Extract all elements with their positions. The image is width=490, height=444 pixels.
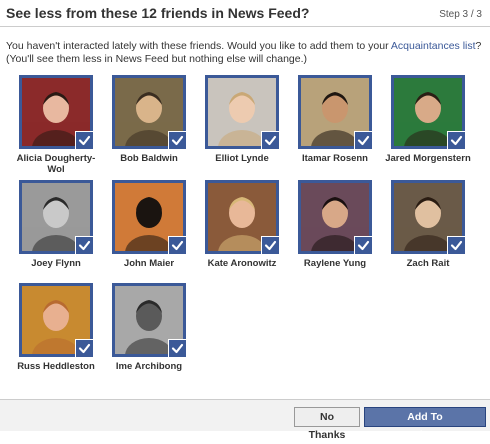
friend-tile[interactable]: Joey Flynn (11, 180, 101, 269)
checkmark-icon[interactable] (168, 131, 186, 149)
friend-name: Elliot Lynde (215, 153, 269, 164)
checkmark-icon[interactable] (75, 236, 93, 254)
friend-photo[interactable] (112, 75, 186, 149)
friend-photo[interactable] (205, 75, 279, 149)
friend-photo[interactable] (391, 75, 465, 149)
friend-name: Joey Flynn (31, 258, 81, 269)
friend-name: Raylene Yung (303, 258, 367, 269)
friend-name: Zach Rait (406, 258, 450, 269)
friend-photo[interactable] (205, 180, 279, 254)
checkmark-icon[interactable] (354, 236, 372, 254)
checkmark-icon[interactable] (75, 339, 93, 357)
add-to-acquaintances-button[interactable]: Add To Acquaintances (364, 407, 486, 441)
friend-photo[interactable] (19, 283, 93, 357)
friend-name: Kate Aronowitz (207, 258, 277, 269)
friend-tile[interactable]: Elliot Lynde (197, 75, 287, 164)
checkmark-icon[interactable] (75, 131, 93, 149)
friend-photo[interactable] (112, 283, 186, 357)
checkmark-icon[interactable] (354, 131, 372, 149)
friend-tile[interactable]: Itamar Rosenn (290, 75, 380, 164)
friend-photo[interactable] (298, 75, 372, 149)
checkmark-icon[interactable] (261, 236, 279, 254)
friend-tile[interactable]: Bob Baldwin (104, 75, 194, 164)
checkmark-icon[interactable] (447, 236, 465, 254)
friend-photo[interactable] (19, 180, 93, 254)
friend-name: Alicia Dougherty-Wol (16, 153, 96, 175)
friend-tile[interactable]: Jared Morgenstern (383, 75, 473, 164)
friend-photo[interactable] (112, 180, 186, 254)
friend-photo[interactable] (391, 180, 465, 254)
friend-name: Russ Heddleston (17, 361, 95, 372)
friend-name: Itamar Rosenn (302, 153, 368, 164)
friend-tile[interactable]: Ime Archibong (104, 283, 194, 372)
friend-grid: Alicia Dougherty-Wol Bob Baldwin Elliot Ly… (0, 0, 490, 400)
friend-tile[interactable]: Alicia Dougherty-Wol (11, 75, 101, 175)
friend-tile[interactable]: Raylene Yung (290, 180, 380, 269)
friend-name: Ime Archibong (115, 361, 183, 372)
friend-tile[interactable]: Kate Aronowitz (197, 180, 287, 269)
friend-photo[interactable] (19, 75, 93, 149)
checkmark-icon[interactable] (261, 131, 279, 149)
checkmark-icon[interactable] (447, 131, 465, 149)
friend-tile[interactable]: John Maier (104, 180, 194, 269)
dialog-footer: No Thanks Add To Acquaintances (0, 399, 490, 441)
friend-tile[interactable]: Russ Heddleston (11, 283, 101, 372)
no-thanks-button[interactable]: No Thanks (294, 407, 360, 441)
friend-name: John Maier (123, 258, 175, 269)
checkmark-icon[interactable] (168, 236, 186, 254)
friend-tile[interactable]: Zach Rait (383, 180, 473, 269)
checkmark-icon[interactable] (168, 339, 186, 357)
friend-name: Bob Baldwin (120, 153, 178, 164)
friend-photo[interactable] (298, 180, 372, 254)
friend-name: Jared Morgenstern (385, 153, 471, 164)
